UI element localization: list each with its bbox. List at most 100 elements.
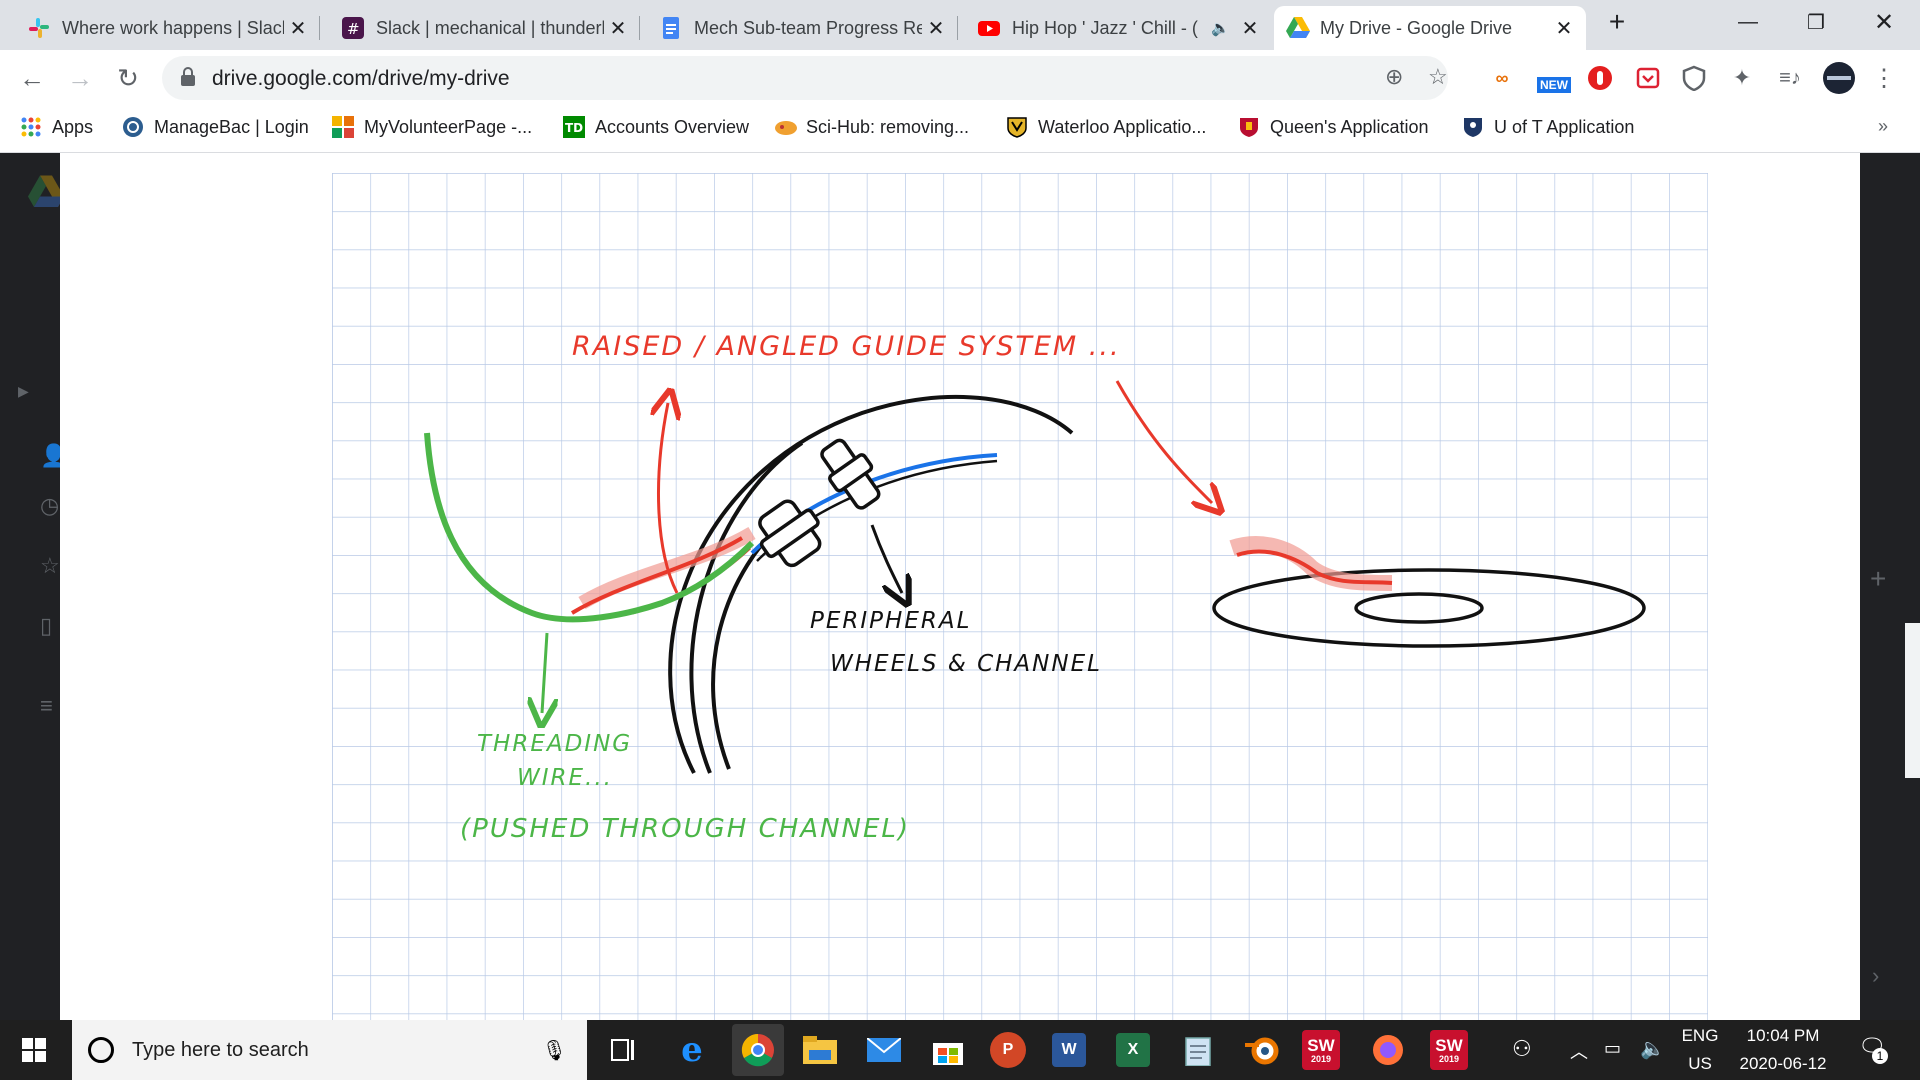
microphone-icon[interactable]: 🎙 xyxy=(542,1038,567,1063)
notification-count: 1 xyxy=(1872,1048,1888,1064)
people-icon[interactable]: ⚇ xyxy=(1512,1036,1532,1062)
notification-center-icon[interactable]: 🗨 1 xyxy=(1858,1034,1888,1064)
edge-icon[interactable]: e xyxy=(672,1030,712,1070)
firefox-icon[interactable] xyxy=(1368,1030,1408,1070)
notepad-icon[interactable] xyxy=(1178,1030,1218,1070)
restore-button[interactable]: ❐ xyxy=(1784,0,1848,44)
battery-icon[interactable]: ▭ xyxy=(1604,1038,1621,1059)
mail-icon[interactable] xyxy=(864,1030,904,1070)
tab-google-drive[interactable]: My Drive - Google Drive ✕ xyxy=(1274,6,1586,50)
clock-date: 2020-06-12 xyxy=(1739,1054,1827,1073)
clock[interactable]: 10:04 PM 2020-06-12 xyxy=(1728,1026,1838,1074)
bookmarks-overflow-icon[interactable]: » xyxy=(1878,116,1888,137)
task-view-icon[interactable] xyxy=(604,1030,644,1070)
tab-slack[interactable]: Where work happens | Slack ✕ xyxy=(16,6,320,50)
extensions-puzzle-icon[interactable]: ✦ xyxy=(1728,64,1756,92)
myvolunteerpage-icon xyxy=(332,116,354,138)
volume-icon[interactable]: 🔈 xyxy=(1640,1036,1665,1061)
side-panel-toggle-icon[interactable]: › xyxy=(1872,963,1879,989)
solidworks-year: 2019 xyxy=(1438,1053,1460,1064)
search-placeholder: Type here to search xyxy=(132,1038,309,1061)
blender-icon[interactable] xyxy=(1242,1030,1282,1070)
tab-google-doc[interactable]: Mech Sub-team Progress Report ✕ xyxy=(648,6,958,50)
label-peripheral: PERIPHERAL xyxy=(810,608,971,634)
new-tab-button[interactable]: + xyxy=(1592,0,1642,44)
reload-button[interactable]: ↻ xyxy=(110,60,146,96)
close-icon[interactable]: ✕ xyxy=(604,16,632,41)
close-icon[interactable]: ✕ xyxy=(1550,16,1578,41)
bookmark-managebac[interactable]: ManageBac | Login xyxy=(122,116,309,138)
file-explorer-icon[interactable] xyxy=(800,1030,840,1070)
storage-icon[interactable]: ≡ xyxy=(40,693,53,719)
bookmark-label: U of T Application xyxy=(1494,116,1635,137)
sketch-canvas: RAISED / ANGLED GUIDE SYSTEM ... PERIPHE… xyxy=(331,173,1708,1020)
google-drive-logo-icon[interactable] xyxy=(28,175,64,215)
language-indicator[interactable]: ENG US xyxy=(1680,1026,1720,1074)
scihub-icon xyxy=(774,116,797,138)
tab-strip: Where work happens | Slack ✕ # Slack | m… xyxy=(0,0,1920,50)
more-menu-icon[interactable]: ⋮ xyxy=(1870,64,1898,92)
bookmark-waterloo[interactable]: Waterloo Applicatio... xyxy=(1006,116,1206,138)
back-button[interactable]: ← xyxy=(14,60,50,96)
excel-icon[interactable]: X xyxy=(1116,1033,1150,1067)
drive-page: ▶ 👤 ◷ ☆ ▯ ≡ + › RAISED / ANGLED GUIDE SY… xyxy=(0,153,1920,1020)
media-control-icon[interactable]: ≡♪ xyxy=(1776,64,1804,92)
bookmark-myvolunteerpage[interactable]: MyVolunteerPage -... xyxy=(332,116,532,138)
bookmark-label: Sci-Hub: removing... xyxy=(806,116,970,137)
browser-toolbar: ← → ↻ drive.google.com/drive/my-drive ⊕ … xyxy=(0,50,1920,106)
forward-button[interactable]: → xyxy=(62,60,98,96)
address-bar[interactable]: drive.google.com/drive/my-drive ⊕ ☆ xyxy=(162,56,1448,100)
url-text[interactable]: drive.google.com/drive/my-drive xyxy=(212,67,510,91)
adblock-extension-icon[interactable] xyxy=(1586,64,1614,92)
shield-icon[interactable] xyxy=(1680,64,1708,92)
pocket-extension-icon[interactable] xyxy=(1634,64,1662,92)
new-extension-icon[interactable]: NEW xyxy=(1534,64,1574,93)
bookmark-scihub[interactable]: Sci-Hub: removing... xyxy=(774,116,969,138)
tab-youtube[interactable]: Hip Hop ' Jazz ' Chill - ( 🔈 ✕ xyxy=(966,6,1272,50)
close-icon[interactable]: ✕ xyxy=(1236,16,1264,41)
solidworks-icon[interactable]: SW 2019 xyxy=(1302,1030,1340,1070)
new-badge: NEW xyxy=(1537,77,1571,93)
show-hidden-icons-icon[interactable]: ︿ xyxy=(1570,1038,1588,1064)
page-scrollbar[interactable] xyxy=(1905,623,1920,778)
store-icon[interactable] xyxy=(928,1030,968,1070)
svg-text:#: # xyxy=(347,20,360,38)
chrome-icon[interactable] xyxy=(732,1024,784,1076)
minimize-button[interactable]: — xyxy=(1716,0,1780,44)
bookmark-label: Waterloo Applicatio... xyxy=(1038,116,1207,137)
start-button[interactable] xyxy=(22,1038,46,1067)
bookmark-apps[interactable]: Apps xyxy=(20,116,93,138)
tab-slack-mechanical[interactable]: # Slack | mechanical | thunderbots ✕ xyxy=(330,6,640,50)
close-icon[interactable]: ✕ xyxy=(284,16,312,41)
infinity-extension-icon[interactable]: ∞ xyxy=(1488,64,1516,92)
trash-icon[interactable]: ▯ xyxy=(40,613,52,639)
profile-avatar[interactable] xyxy=(1822,61,1856,95)
lock-icon[interactable] xyxy=(180,67,196,92)
recent-icon[interactable]: ◷ xyxy=(40,493,59,519)
bookmark-queens[interactable]: Queen's Application xyxy=(1238,116,1429,138)
starred-icon[interactable]: ☆ xyxy=(40,553,60,579)
powerpoint-icon[interactable]: P xyxy=(990,1032,1026,1068)
add-addon-icon[interactable]: + xyxy=(1870,563,1886,595)
close-window-button[interactable]: ✕ xyxy=(1852,0,1916,44)
document-preview: RAISED / ANGLED GUIDE SYSTEM ... PERIPHE… xyxy=(60,153,1860,1020)
label-wheels-channel: WHEELS & CHANNEL xyxy=(830,651,1102,677)
bookmark-star-icon[interactable]: ☆ xyxy=(1428,64,1448,90)
expand-arrow-icon[interactable]: ▶ xyxy=(18,383,29,400)
apps-grid-icon xyxy=(20,116,42,138)
youtube-icon xyxy=(978,17,1000,39)
bookmark-td-accounts[interactable]: TD Accounts Overview xyxy=(563,116,749,138)
add-shortcut-icon[interactable]: ⊕ xyxy=(1385,64,1403,90)
word-icon[interactable]: W xyxy=(1052,1033,1086,1067)
taskbar-search[interactable]: Type here to search 🎙 xyxy=(72,1020,587,1080)
keyboard-layout: US xyxy=(1688,1054,1712,1073)
google-drive-icon xyxy=(1286,17,1310,39)
solidworks-2-icon[interactable]: SW 2019 xyxy=(1430,1030,1468,1070)
close-icon[interactable]: ✕ xyxy=(922,16,950,41)
bookmark-uoft[interactable]: U of T Application xyxy=(1462,116,1634,138)
speaker-icon[interactable]: 🔈 xyxy=(1211,19,1230,37)
grid-background xyxy=(332,173,1708,1020)
label-pushed-through-channel: (PUSHED THROUGH CHANNEL) xyxy=(460,814,910,844)
tab-title: Mech Sub-team Progress Report xyxy=(694,17,922,38)
grid-sketch: RAISED / ANGLED GUIDE SYSTEM ... PERIPHE… xyxy=(331,173,1708,1020)
